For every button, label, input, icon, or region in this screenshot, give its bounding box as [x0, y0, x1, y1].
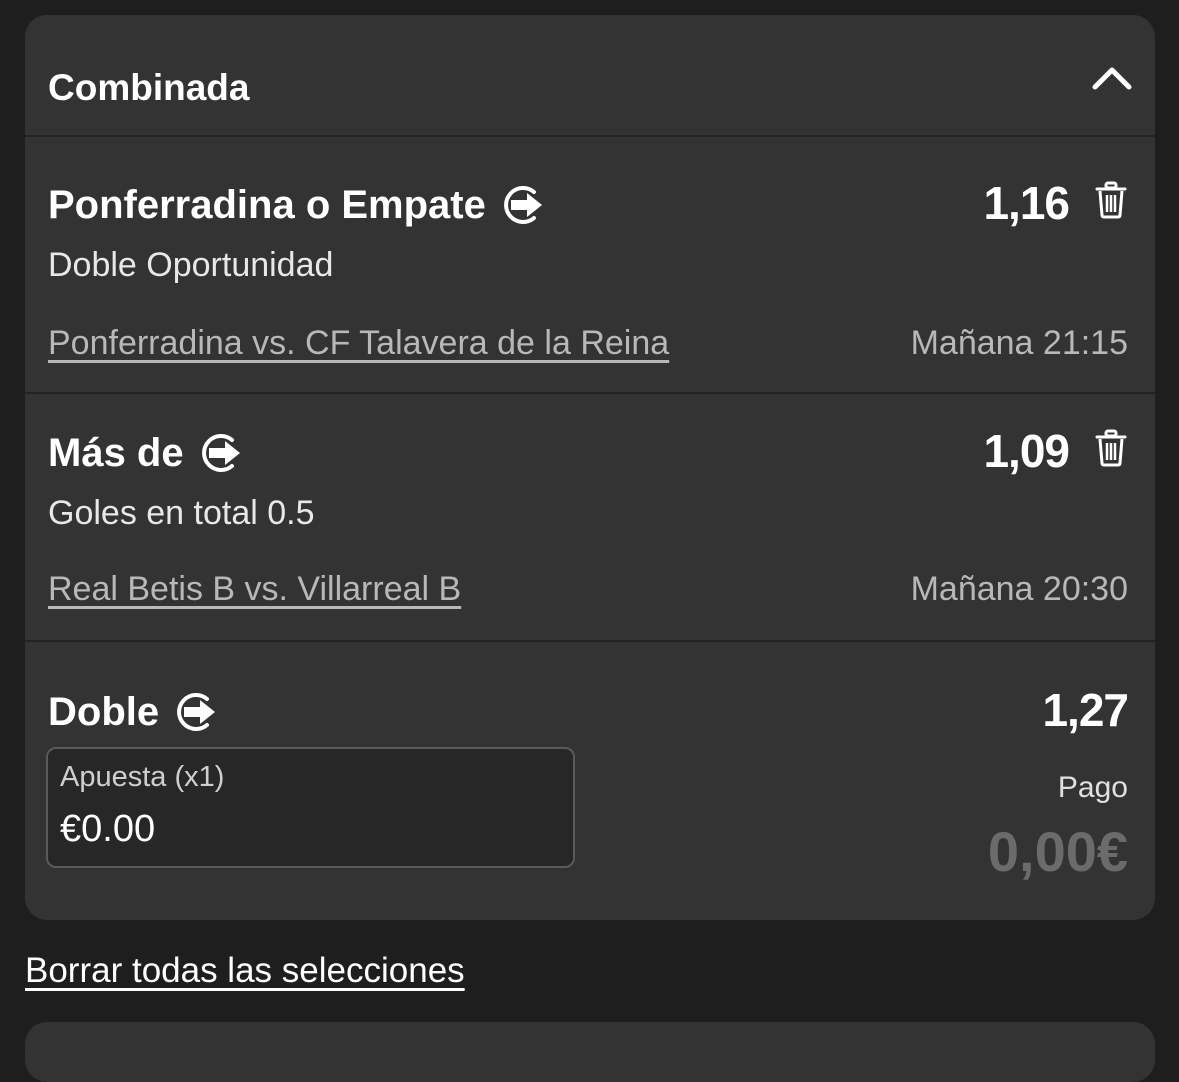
- selection-item: Más de 1,09 Goles en total 0.5 Real Beti: [25, 394, 1155, 642]
- summary-odds: 1,27: [1042, 684, 1129, 736]
- chevron-up-icon: [1092, 67, 1132, 90]
- trash-icon: [1095, 181, 1127, 219]
- selection-odds: 1,09: [983, 425, 1070, 477]
- remove-selection-button[interactable]: [1095, 429, 1127, 467]
- betslip-header[interactable]: Combinada: [25, 15, 1155, 137]
- remove-selection-button[interactable]: [1095, 181, 1127, 219]
- stake-label: Apuesta (x1): [60, 761, 225, 793]
- next-panel: [25, 1022, 1155, 1082]
- selection-title-label: Ponferradina o Empate: [48, 183, 486, 227]
- summary-title: Doble: [48, 687, 221, 737]
- match-time: Mañana 21:15: [910, 324, 1128, 362]
- selection-title: Más de: [48, 428, 246, 478]
- selection-title-label: Más de: [48, 431, 184, 475]
- stake-field[interactable]: Apuesta (x1): [46, 747, 575, 868]
- bet-summary: Doble 1,27 Apuesta (x1) Pago 0,00€: [25, 642, 1155, 912]
- arrow-right-circle-icon: [171, 687, 221, 737]
- summary-title-label: Doble: [48, 690, 160, 734]
- stake-input[interactable]: [60, 807, 550, 851]
- betslip-card: Combinada Ponferradina o Empate 1,16 Dob…: [25, 15, 1155, 920]
- selection-market: Doble Oportunidad: [48, 246, 334, 284]
- clear-all-selections-link[interactable]: Borrar todas las selecciones: [25, 953, 465, 988]
- collapse-button[interactable]: [1087, 55, 1137, 99]
- payout-label: Pago: [1057, 771, 1128, 804]
- selection-item: Ponferradina o Empate 1,16 Doble Oportun…: [25, 137, 1155, 394]
- payout-value: 0,00€: [987, 820, 1128, 883]
- selection-odds: 1,16: [983, 177, 1070, 229]
- betslip-title: Combinada: [48, 67, 250, 108]
- arrow-right-circle-icon: [196, 428, 246, 478]
- trash-icon: [1095, 429, 1127, 467]
- match-link[interactable]: Ponferradina vs. CF Talavera de la Reina: [48, 326, 669, 360]
- match-time: Mañana 20:30: [910, 570, 1128, 608]
- selection-market: Goles en total 0.5: [48, 494, 315, 532]
- match-link[interactable]: Real Betis B vs. Villarreal B: [48, 572, 461, 606]
- arrow-right-circle-icon: [498, 180, 548, 230]
- selection-title: Ponferradina o Empate: [48, 180, 548, 230]
